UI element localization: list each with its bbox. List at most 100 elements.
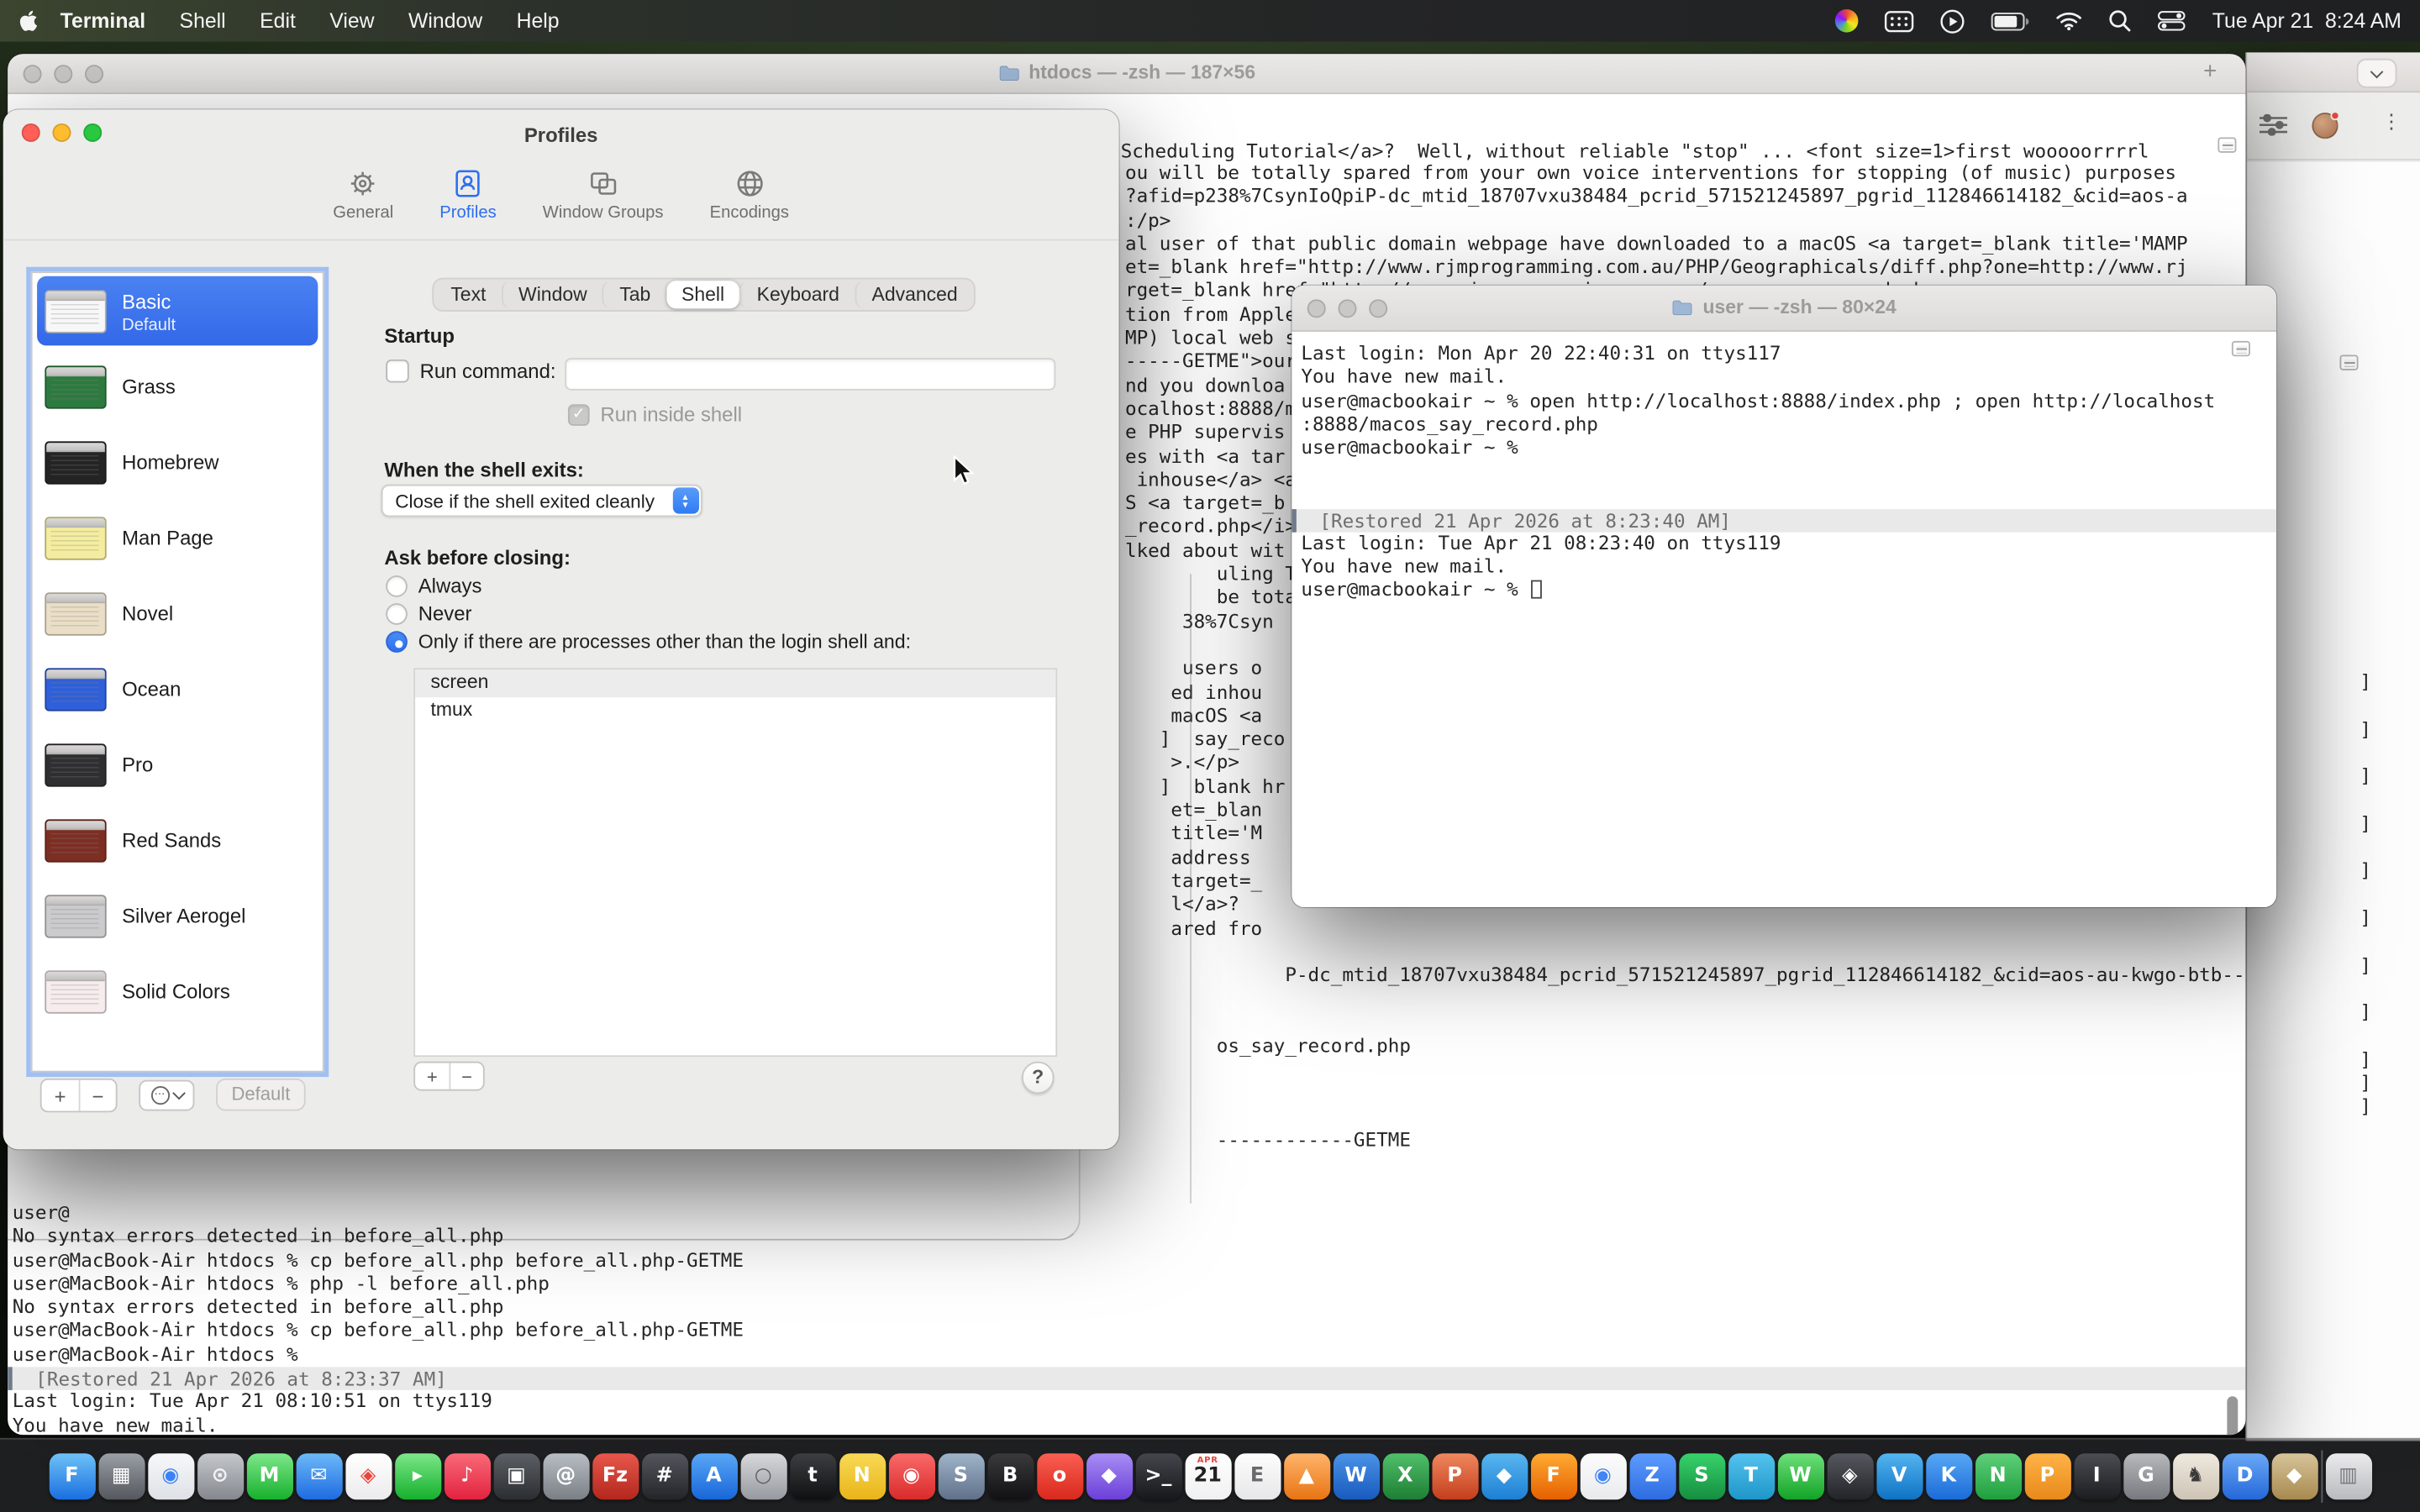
dock-app-icon[interactable]: F — [49, 1452, 95, 1499]
add-profile-button[interactable]: + — [42, 1080, 79, 1111]
grid-icon[interactable] — [1885, 10, 1914, 32]
dock-app-icon[interactable]: ♪ — [444, 1452, 490, 1499]
tab[interactable]: Tab — [602, 281, 666, 308]
user-titlebar[interactable]: user — -zsh — 80×24 — [1292, 286, 2276, 332]
profile-row[interactable]: Silver Aerogel — [33, 878, 323, 953]
dock-app-icon[interactable]: ◉ — [147, 1452, 193, 1499]
apple-icon[interactable] — [18, 9, 39, 33]
menu-item[interactable]: Shell — [180, 9, 226, 33]
play-circle-icon[interactable] — [1941, 8, 1965, 33]
remove-profile-button[interactable]: − — [79, 1080, 116, 1111]
dock-app-icon[interactable]: P — [1432, 1452, 1478, 1499]
menu-item[interactable]: Help — [517, 9, 560, 33]
process-list-item[interactable]: tmux — [415, 696, 1055, 723]
toolbar-item-encodings[interactable]: Encodings — [710, 160, 789, 239]
toolbar-item-window-groups[interactable]: Window Groups — [543, 160, 664, 239]
profile-actions-button[interactable]: ⋯ — [139, 1080, 194, 1111]
dock-app-icon[interactable]: ◉ — [888, 1452, 934, 1499]
dock-app-icon[interactable]: ▸ — [394, 1452, 440, 1499]
radio-never[interactable]: Never — [386, 601, 471, 625]
radio-only-if-processes[interactable]: Only if there are processes other than t… — [386, 631, 911, 653]
dock-app-icon[interactable]: A — [691, 1452, 737, 1499]
dock-app-icon[interactable]: ✉ — [296, 1452, 342, 1499]
menu-bar-clock[interactable]: Tue Apr 21 8:24 AM — [2212, 9, 2402, 33]
dock-app-icon[interactable]: S — [938, 1452, 984, 1499]
tab-list-icon[interactable] — [2232, 341, 2250, 356]
chevron-down-button[interactable] — [2357, 59, 2397, 88]
dock-app-icon[interactable]: E — [1234, 1452, 1280, 1499]
profile-row[interactable]: Ocean — [33, 651, 323, 727]
dock-app-icon[interactable]: W — [1777, 1452, 1823, 1499]
remove-process-button[interactable]: − — [449, 1063, 482, 1089]
toolbar-item-general[interactable]: General — [333, 160, 393, 239]
htdocs-titlebar[interactable]: htdocs — -zsh — 187×56 + — [8, 54, 2245, 94]
profile-row[interactable]: Grass — [33, 349, 323, 424]
control-center-icon[interactable] — [2159, 11, 2186, 31]
menu-item[interactable]: Edit — [260, 9, 296, 33]
process-list-item[interactable]: screen — [415, 669, 1055, 696]
dock-app-icon[interactable]: ⊙ — [197, 1452, 243, 1499]
shell-exits-popup[interactable]: Close if the shell exited cleanly ▴▾ — [381, 485, 702, 517]
dock-app-icon[interactable]: W — [1333, 1452, 1379, 1499]
profile-row[interactable]: Man Page — [33, 500, 323, 575]
dock-app-icon[interactable]: D — [2222, 1452, 2268, 1499]
new-tab-button[interactable]: + — [2196, 59, 2224, 85]
dock-app-icon[interactable]: ○ — [740, 1452, 786, 1499]
dock-app-icon[interactable]: APR 21 — [1185, 1452, 1231, 1499]
dock-app-icon[interactable]: S — [1678, 1452, 1724, 1499]
dock-app-icon[interactable]: >_ — [1135, 1452, 1181, 1499]
dock-app-icon[interactable]: ▣ — [493, 1452, 539, 1499]
profile-row[interactable]: Red Sands — [33, 802, 323, 878]
dock-app-icon[interactable]: ▦ — [98, 1452, 145, 1499]
tab[interactable]: Window — [502, 281, 602, 308]
dock-app-icon[interactable]: ◈ — [345, 1452, 392, 1499]
dock-app-icon[interactable]: ▲ — [1283, 1452, 1329, 1499]
dock-app-icon[interactable]: N — [1975, 1452, 2021, 1499]
wifi-icon[interactable] — [2056, 11, 2082, 31]
dock-app-icon[interactable]: T — [1728, 1452, 1774, 1499]
dock-app-icon[interactable]: Fz — [592, 1452, 638, 1499]
profile-row[interactable]: Basic Default — [37, 276, 318, 346]
dock-app-icon[interactable]: ◆ — [2271, 1452, 2317, 1499]
add-process-button[interactable]: + — [415, 1063, 449, 1089]
menu-item[interactable]: Window — [408, 9, 482, 33]
dock-app-icon[interactable]: # — [641, 1452, 687, 1499]
colorful-app-icon[interactable] — [1836, 9, 1860, 33]
tab[interactable]: Advanced — [855, 281, 973, 308]
dock-app-icon[interactable]: ♞ — [2172, 1452, 2218, 1499]
profile-row[interactable]: Novel — [33, 575, 323, 651]
dock-app-icon[interactable]: ◈ — [1827, 1452, 1873, 1499]
profile-avatar[interactable] — [2312, 113, 2338, 139]
dock-app-icon[interactable]: N — [839, 1452, 885, 1499]
profile-row[interactable]: Pro — [33, 727, 323, 802]
default-button[interactable]: Default — [216, 1079, 306, 1111]
dock-app-icon[interactable]: K — [1925, 1452, 1971, 1499]
spotlight-icon[interactable] — [2109, 9, 2133, 33]
sliders-icon[interactable] — [2260, 114, 2287, 136]
dock-app-icon[interactable]: Z — [1629, 1452, 1676, 1499]
dock-app-icon[interactable]: P — [2024, 1452, 2070, 1499]
radio-always[interactable]: Always — [386, 574, 481, 597]
profile-row[interactable]: Homebrew — [33, 424, 323, 500]
dock-app-icon[interactable]: V — [1876, 1452, 1923, 1499]
dock-app-icon[interactable]: ◆ — [1086, 1452, 1132, 1499]
menu-item[interactable]: View — [329, 9, 374, 33]
dock-app-icon[interactable] — [2321, 1450, 2323, 1502]
active-app-menu[interactable]: Terminal — [60, 9, 146, 33]
tab[interactable]: Text — [435, 281, 502, 308]
dock-app-icon[interactable]: ▥ — [2325, 1452, 2371, 1499]
tab[interactable]: Keyboard — [739, 281, 855, 308]
run-inside-shell-checkbox[interactable]: ✓ — [568, 403, 590, 425]
more-menu-icon[interactable]: ⋮ — [2381, 111, 2402, 134]
scrollbar-thumb[interactable] — [2227, 1396, 2238, 1435]
dock-app-icon[interactable]: o — [1036, 1452, 1082, 1499]
dock-app-icon[interactable]: ◉ — [1580, 1452, 1626, 1499]
tab-list-icon[interactable] — [2339, 354, 2358, 370]
dock-app-icon[interactable]: I — [2074, 1452, 2120, 1499]
run-command-input[interactable] — [565, 358, 1055, 391]
dock-app-icon[interactable]: @ — [543, 1452, 589, 1499]
dock-app-icon[interactable]: t — [789, 1452, 835, 1499]
run-command-checkbox[interactable] — [386, 360, 409, 383]
tab[interactable]: Shell — [666, 281, 740, 308]
dock-app-icon[interactable]: F — [1530, 1452, 1576, 1499]
